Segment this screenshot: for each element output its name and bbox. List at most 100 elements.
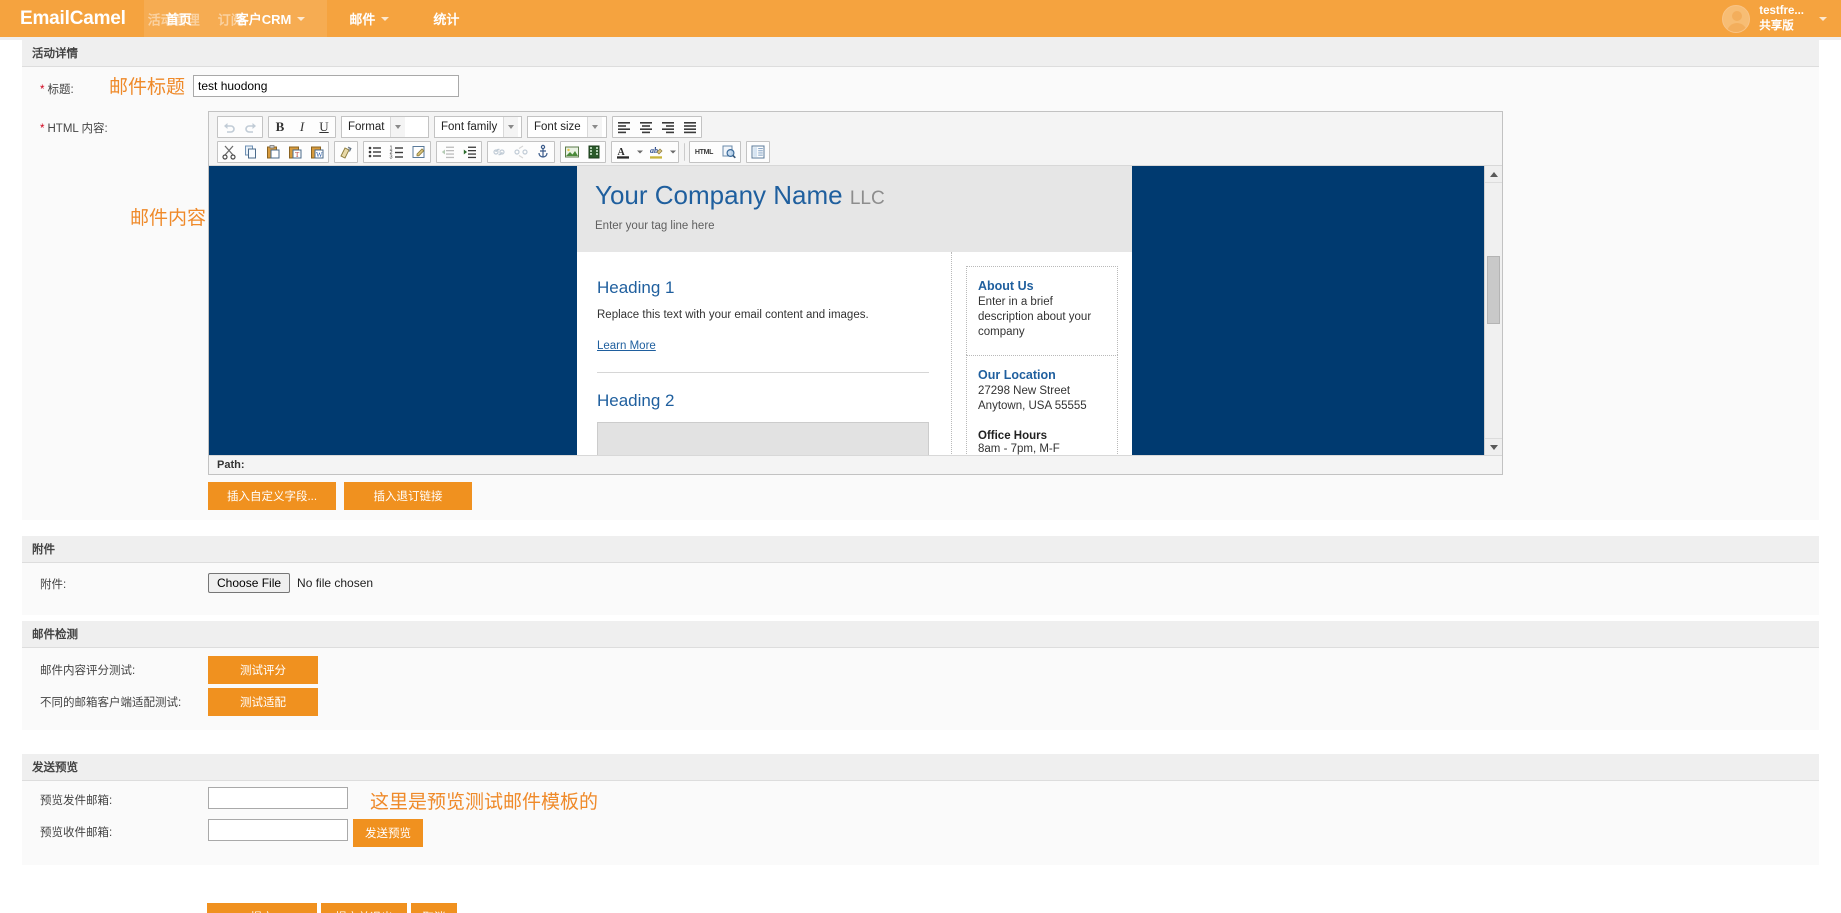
preview-from-input[interactable] [208,787,348,809]
undo-icon[interactable] [218,117,240,137]
align-left-icon[interactable] [613,117,635,137]
template-image-placeholder [597,422,929,455]
chevron-down-icon [503,117,519,137]
brand-logo[interactable]: EmailCamel [0,8,144,30]
editor-vertical-scrollbar[interactable] [1484,166,1502,455]
score-test-button[interactable]: 测试评分 [208,656,318,684]
indent-icon[interactable] [459,142,481,162]
chevron-down-icon [381,16,390,21]
format-select[interactable]: Format [341,116,429,138]
template-about-body: Enter in a brief description about your … [978,296,1092,339]
template-main-column: Heading 1 Replace this text with your em… [577,252,952,455]
template-tagline: Enter your tag line here [595,220,715,232]
redo-icon[interactable] [240,117,262,137]
nav-item-stats[interactable]: 统计 [411,0,481,37]
template-icon[interactable] [747,142,769,162]
html-content-label: * HTML 内容: [40,123,108,135]
annotation-preview-hint: 这里是预览测试邮件模板的 [370,792,599,813]
indent-group [436,141,482,163]
nav-item-crm[interactable]: 订阅 客户CRM [213,0,328,37]
html-source-icon[interactable]: HTML [690,142,718,162]
nav-item-home[interactable]: 活动管理 首页 [143,0,214,37]
page-body: 活动详情 *标题: 邮件标题 *HTML 内容: 邮件内容 [0,40,1841,913]
bold-icon[interactable]: B [269,117,291,137]
template-heading-2: Heading 2 [597,391,675,410]
scroll-up-icon[interactable] [1485,166,1502,183]
insert-custom-field-button[interactable]: 插入自定义字段... [208,482,336,510]
background-color-chevron-icon[interactable] [667,142,678,162]
copy-icon[interactable] [240,142,262,162]
edit-blockquote-icon[interactable] [408,142,430,162]
attachment-panel: 附件 附件: Choose File No file chosen [22,536,1819,615]
template-body-1: Replace this text with your email conten… [597,309,869,321]
editor-content-area[interactable]: Your Company Name LLC Enter your tag lin… [209,165,1502,455]
outdent-icon[interactable] [437,142,459,162]
submit-button[interactable]: 提交 [207,903,317,913]
font-family-select[interactable]: Font family [434,116,522,138]
footer-area: 提交 提交并退出 取消 [0,865,1841,913]
cancel-button[interactable]: 取消 [411,903,457,913]
choose-file-button[interactable]: Choose File [208,573,291,593]
preview-icon[interactable] [718,142,740,162]
image-icon[interactable] [561,142,583,162]
media-icon[interactable] [583,142,605,162]
html-editor: B I U Format Font family Font size T W 1… [208,111,1503,475]
template-learn-more-link[interactable]: Learn More [597,340,656,352]
history-group [217,116,263,138]
anchor-icon[interactable] [532,142,554,162]
score-test-label: 邮件内容评分测试: [40,665,136,677]
link-icon[interactable] [488,142,510,162]
preview-from-label: 预览发件邮箱: [40,795,113,807]
paste-word-icon[interactable]: W [306,142,328,162]
required-marker: * [40,84,45,96]
clipboard-group: T W [217,141,329,163]
text-color-icon[interactable]: A [612,142,634,162]
preview-to-label: 预览收件邮箱: [40,827,113,839]
paste-icon[interactable] [262,142,284,162]
align-center-icon[interactable] [635,117,657,137]
preview-from-row: 预览发件邮箱: 这里是预览测试邮件模板的 [22,787,1819,814]
file-input-wrapper[interactable]: Choose File No file chosen [208,573,373,593]
background-color-icon[interactable]: ab [645,142,667,162]
cleanup-eraser-icon[interactable] [335,142,357,162]
title-input[interactable] [193,74,460,97]
footer-buttons: 提交 提交并退出 取消 [207,903,457,913]
numbered-list-icon[interactable]: 123 [386,142,408,162]
list-group: 123 [363,141,431,163]
template-about-box: About Us Enter in a brief description ab… [966,266,1118,355]
submit-and-exit-button[interactable]: 提交并退出 [321,903,407,913]
attachment-body: 附件: Choose File No file chosen [22,563,1819,615]
italic-icon[interactable]: I [291,117,313,137]
score-test-row: 邮件内容评分测试: 测试评分 [22,656,1819,684]
template-hours-line-1: 8am - 7pm, M-F [978,442,1060,455]
text-color-chevron-icon[interactable] [634,142,645,162]
send-preview-button[interactable]: 发送预览 [353,819,423,847]
nav-item-mail[interactable]: 邮件 [327,0,411,37]
source-group: HTML [689,141,741,163]
scroll-down-icon[interactable] [1485,438,1502,455]
underline-icon[interactable]: U [313,117,335,137]
editor-canvas: Your Company Name LLC Enter your tag lin… [222,166,1484,455]
user-menu[interactable]: testfre... 共享版 [1722,0,1827,37]
email-template: Your Company Name LLC Enter your tag lin… [577,166,1132,455]
font-size-select-label: Font size [534,121,581,133]
template-columns: Heading 1 Replace this text with your em… [577,252,1132,455]
editor-toolbar-row-1: B I U Format Font family Font size [217,115,1502,139]
align-justify-icon[interactable] [679,117,701,137]
unlink-icon[interactable] [510,142,532,162]
compat-test-button[interactable]: 测试适配 [208,688,318,716]
paste-text-icon[interactable]: T [284,142,306,162]
nav-item-crm-label: 客户CRM [235,12,292,27]
avatar [1722,4,1751,33]
scrollbar-thumb[interactable] [1487,256,1500,324]
insert-unsubscribe-link-button[interactable]: 插入退订链接 [344,482,472,510]
chevron-down-icon[interactable] [1819,16,1827,21]
bullet-list-icon[interactable] [364,142,386,162]
preview-to-input[interactable] [208,819,348,841]
alignment-group [612,116,702,138]
preview-to-row: 预览收件邮箱: 发送预览 [22,819,1819,847]
align-right-icon[interactable] [657,117,679,137]
editor-toolbar-row-2: T W 1 2 3 A ab HTML [217,140,1502,164]
cut-icon[interactable] [218,142,240,162]
font-size-select[interactable]: Font size [527,116,607,138]
